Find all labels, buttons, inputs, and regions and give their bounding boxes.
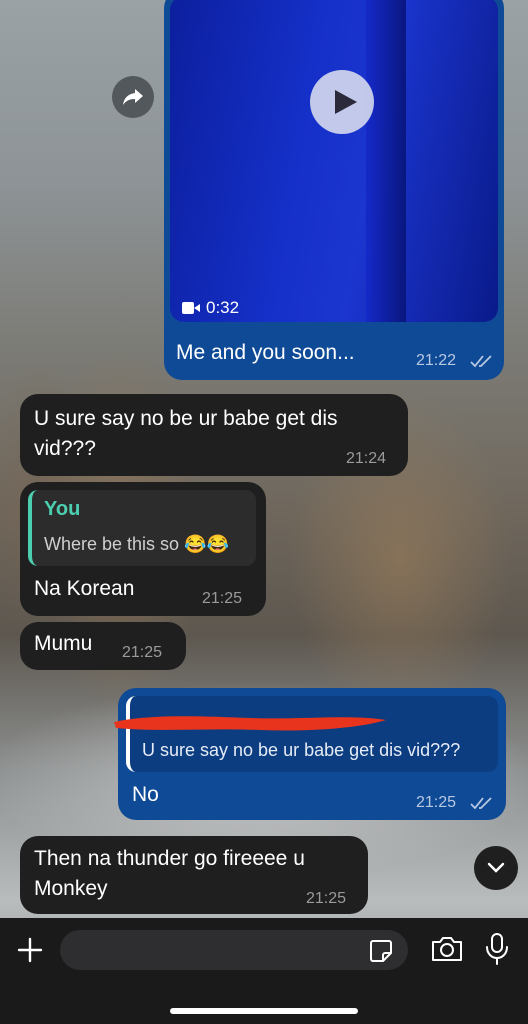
video-thumbnail-shade xyxy=(366,0,406,322)
incoming-message[interactable]: U sure say no be ur babe get dis vid??? … xyxy=(20,394,408,476)
double-check-icon xyxy=(470,355,492,368)
quote-author: You xyxy=(44,498,81,520)
video-caption: Me and you soon... xyxy=(176,341,355,364)
plus-icon xyxy=(17,937,43,963)
incoming-message[interactable]: Mumu 21:25 xyxy=(20,622,186,670)
message-input[interactable] xyxy=(60,930,408,970)
redaction-mark xyxy=(114,716,386,731)
video-camera-icon xyxy=(182,302,200,314)
incoming-reply-message[interactable]: You Where be this so 😂😂 Na Korean 21:25 xyxy=(20,482,266,616)
chevron-down-icon xyxy=(487,862,505,873)
video-duration: 0:32 xyxy=(182,298,239,318)
outgoing-reply-message[interactable]: U sure say no be ur babe get dis vid??? … xyxy=(114,688,506,820)
microphone-icon[interactable] xyxy=(484,932,510,966)
video-message[interactable]: 0:32 Me and you soon... 21:22 xyxy=(164,0,504,380)
message-time: 21:22 xyxy=(416,352,457,369)
video-thumbnail[interactable]: 0:32 xyxy=(170,0,498,322)
message-time: 21:25 xyxy=(122,644,163,661)
share-arrow-icon xyxy=(123,89,143,105)
play-icon[interactable] xyxy=(310,70,374,134)
message-time: 21:25 xyxy=(202,590,243,607)
attach-button[interactable] xyxy=(12,932,48,968)
reply-quote[interactable]: You Where be this so 😂😂 xyxy=(28,490,256,566)
message-text: Na Korean xyxy=(34,577,135,600)
message-time: 21:25 xyxy=(306,890,347,907)
message-time: 21:25 xyxy=(416,794,457,811)
message-text: No xyxy=(132,783,159,806)
message-time: 21:24 xyxy=(346,450,387,467)
camera-icon[interactable] xyxy=(430,934,464,964)
quote-text: U sure say no be ur babe get dis vid??? xyxy=(142,740,461,760)
home-indicator xyxy=(170,1008,358,1014)
message-text: Mumu xyxy=(34,632,93,655)
scroll-to-bottom-button[interactable] xyxy=(474,846,518,890)
video-duration-label: 0:32 xyxy=(206,298,240,317)
quote-text: Where be this so 😂😂 xyxy=(44,534,229,554)
double-check-icon xyxy=(470,797,492,810)
reply-quote[interactable]: U sure say no be ur babe get dis vid??? xyxy=(114,696,498,772)
forward-button[interactable] xyxy=(112,76,154,118)
incoming-message[interactable]: Then na thunder go fireeee u Monkey 21:2… xyxy=(20,836,368,914)
sticker-icon[interactable] xyxy=(368,938,394,964)
